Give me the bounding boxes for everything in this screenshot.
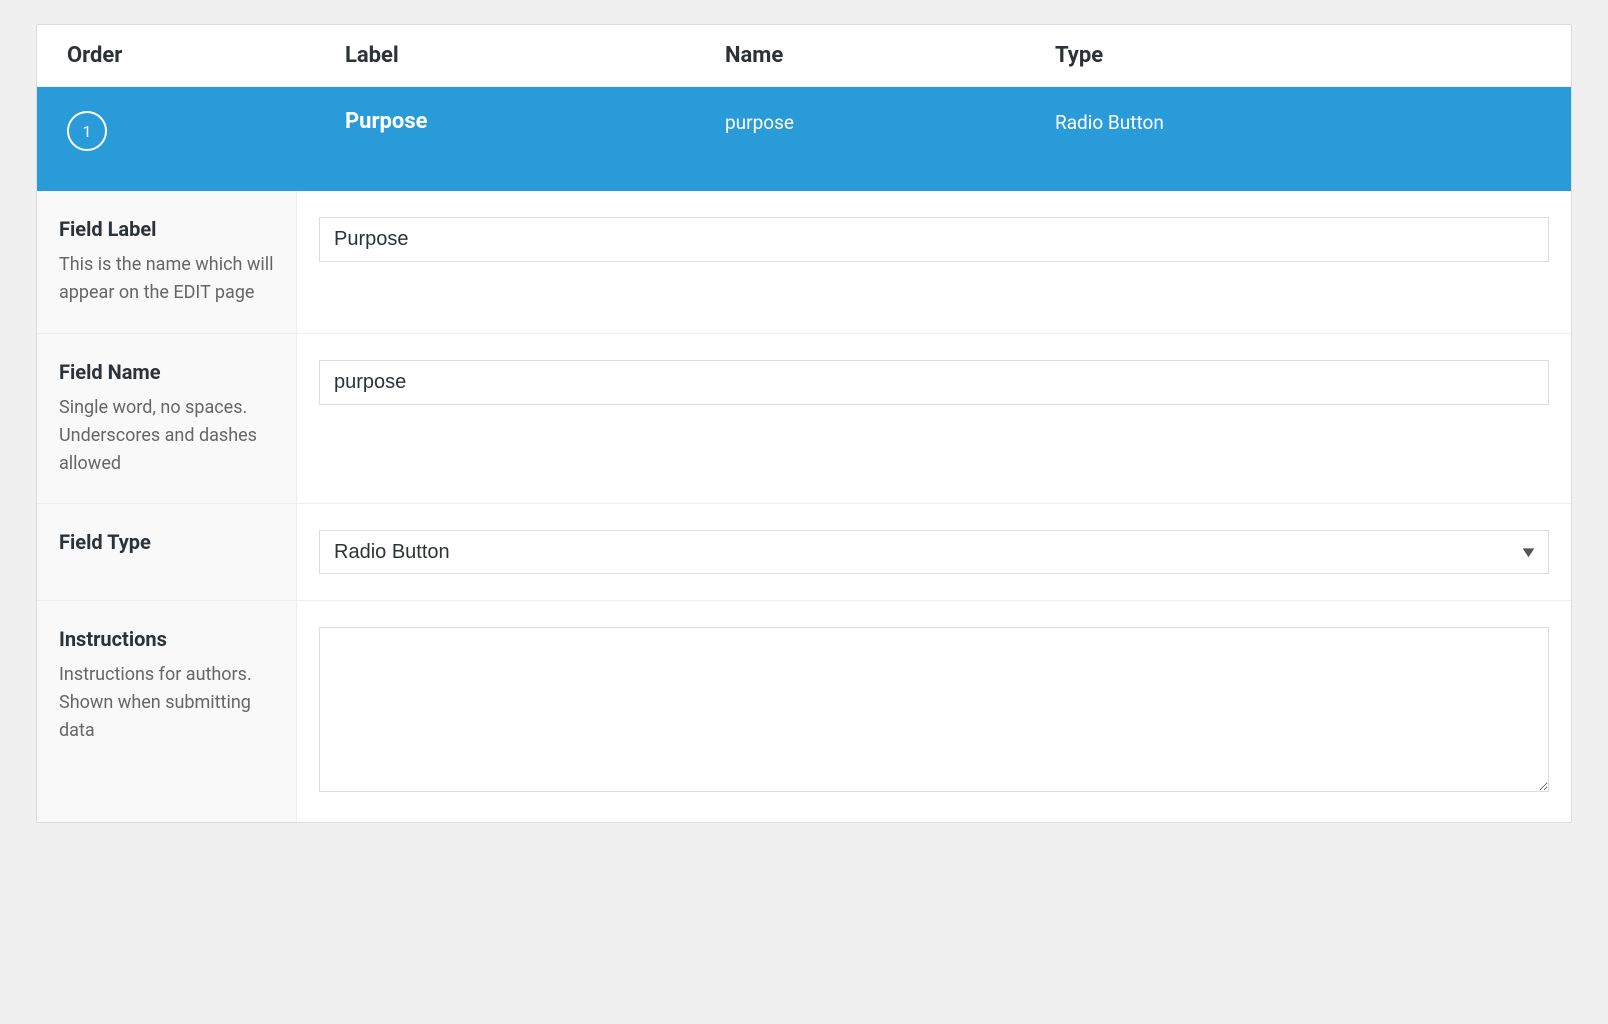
column-header-name: Name	[697, 43, 1027, 68]
setting-title: Instructions	[59, 627, 274, 651]
setting-label-col: Field Name Single word, no spaces. Under…	[37, 334, 297, 504]
instructions-textarea[interactable]	[319, 627, 1549, 792]
setting-row-field-type: Field Type Radio Button	[37, 504, 1571, 601]
setting-input-col	[297, 191, 1571, 333]
order-badge: 1	[67, 111, 107, 151]
setting-input-col	[297, 601, 1571, 822]
column-header-label: Label	[317, 43, 697, 68]
field-type-select[interactable]: Radio Button	[319, 530, 1549, 574]
field-group-table: Order Label Name Type 1 Purpose purpose …	[36, 24, 1572, 823]
setting-input-col: Radio Button	[297, 504, 1571, 600]
select-wrapper: Radio Button	[319, 530, 1549, 574]
setting-title: Field Type	[59, 530, 274, 554]
setting-label-col: Field Type	[37, 504, 297, 600]
field-label-input[interactable]	[319, 217, 1549, 262]
setting-row-field-label: Field Label This is the name which will …	[37, 191, 1571, 334]
setting-label-col: Field Label This is the name which will …	[37, 191, 297, 333]
field-row-selected[interactable]: 1 Purpose purpose Radio Button	[37, 87, 1571, 191]
setting-description: Instructions for authors. Shown when sub…	[59, 661, 274, 745]
setting-title: Field Name	[59, 360, 274, 384]
field-type-cell: Radio Button	[1027, 105, 1571, 134]
setting-input-col	[297, 334, 1571, 504]
field-name-input[interactable]	[319, 360, 1549, 405]
order-number: 1	[83, 122, 92, 141]
field-name-cell: purpose	[697, 105, 1027, 134]
setting-row-instructions: Instructions Instructions for authors. S…	[37, 601, 1571, 822]
field-label-cell: Purpose	[317, 105, 697, 134]
setting-description: Single word, no spaces. Underscores and …	[59, 394, 274, 478]
column-header-order: Order	[37, 43, 317, 68]
column-header-type: Type	[1027, 43, 1571, 68]
setting-label-col: Instructions Instructions for authors. S…	[37, 601, 297, 822]
table-header-row: Order Label Name Type	[37, 25, 1571, 87]
setting-row-field-name: Field Name Single word, no spaces. Under…	[37, 334, 1571, 505]
setting-description: This is the name which will appear on th…	[59, 251, 274, 307]
setting-title: Field Label	[59, 217, 274, 241]
